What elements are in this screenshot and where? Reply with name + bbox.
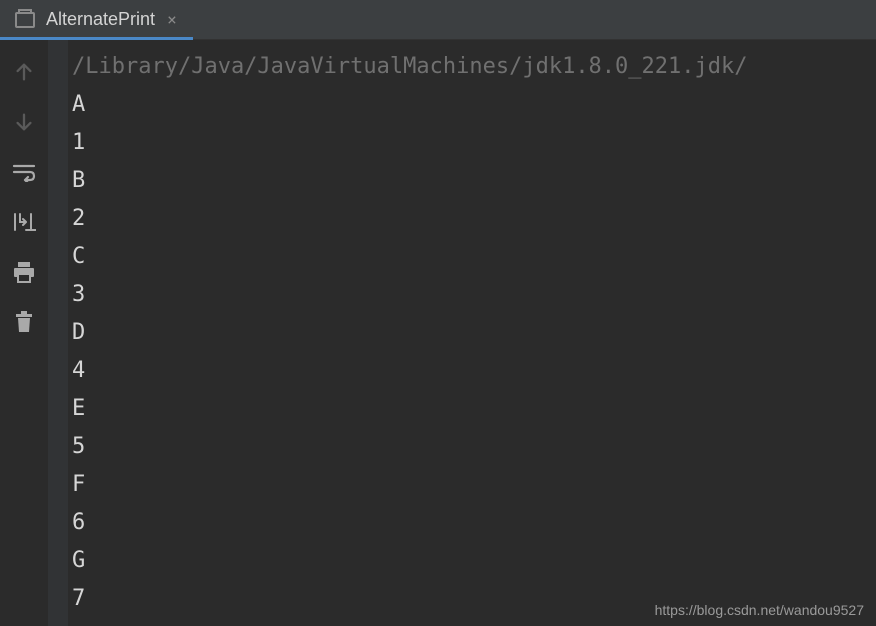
output-line: G xyxy=(68,542,876,580)
output-line: B xyxy=(68,162,876,200)
arrow-down-icon[interactable] xyxy=(10,108,38,136)
console-output[interactable]: /Library/Java/JavaVirtualMachines/jdk1.8… xyxy=(68,40,876,626)
tab-bar: AlternatePrint × xyxy=(0,0,876,40)
scroll-to-end-icon[interactable] xyxy=(10,208,38,236)
run-tool-window: AlternatePrint × xyxy=(0,0,876,626)
command-line: /Library/Java/JavaVirtualMachines/jdk1.8… xyxy=(68,48,876,86)
console-area: /Library/Java/JavaVirtualMachines/jdk1.8… xyxy=(48,40,876,626)
output-line: E xyxy=(68,390,876,428)
tab-title: AlternatePrint xyxy=(46,9,155,30)
toolbar-gutter xyxy=(0,40,48,626)
output-line: 2 xyxy=(68,200,876,238)
trash-icon[interactable] xyxy=(10,308,38,336)
output-line: 4 xyxy=(68,352,876,390)
run-config-icon xyxy=(14,9,36,31)
output-line: 6 xyxy=(68,504,876,542)
run-tab[interactable]: AlternatePrint × xyxy=(0,0,193,39)
output-line: 5 xyxy=(68,428,876,466)
output-line: F xyxy=(68,466,876,504)
console-margin xyxy=(48,40,68,626)
output-line: C xyxy=(68,238,876,276)
arrow-up-icon[interactable] xyxy=(10,58,38,86)
print-icon[interactable] xyxy=(10,258,38,286)
close-icon[interactable]: × xyxy=(165,10,179,30)
output-line: 1 xyxy=(68,124,876,162)
watermark: https://blog.csdn.net/wandou9527 xyxy=(655,602,864,618)
output-line: A xyxy=(68,86,876,124)
output-line: D xyxy=(68,314,876,352)
soft-wrap-icon[interactable] xyxy=(10,158,38,186)
main-area: /Library/Java/JavaVirtualMachines/jdk1.8… xyxy=(0,40,876,626)
output-line: 3 xyxy=(68,276,876,314)
